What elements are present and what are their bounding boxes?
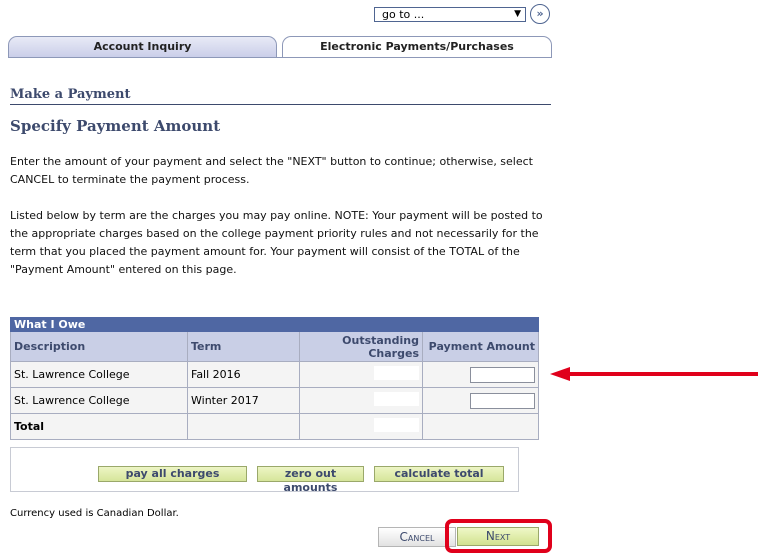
pay-all-charges-button[interactable]: pay all charges [98,466,247,482]
total-label: Total [10,413,188,440]
cell-description: St. Lawrence College [10,361,188,388]
column-header-outstanding: Outstanding Charges [299,331,423,362]
payment-amount-input-fall-2016[interactable] [470,366,535,383]
currency-note: Currency used is Canadian Dollar. [10,508,179,519]
payment-amount-input-winter-2017[interactable] [470,392,535,409]
calculate-total-button[interactable]: calculate total [374,466,504,482]
cell-outstanding [299,387,423,414]
cell-outstanding [299,361,423,388]
table-row: St. Lawrence College Fall 2016 [10,361,539,388]
column-header-payment: Payment Amount [422,331,539,362]
charges-table: What I Owe Description Term Outstanding … [10,317,539,440]
tab-account-inquiry[interactable]: Account Inquiry [8,36,277,58]
cell-term: Winter 2017 [187,387,300,414]
next-button[interactable]: Next [457,527,539,546]
column-header-term: Term [187,331,300,362]
tab-electronic-payments[interactable]: Electronic Payments/Purchases [282,36,552,58]
cell-term [187,413,300,440]
table-caption: What I Owe [10,317,539,332]
tab-divider [8,57,552,58]
zero-out-amounts-button[interactable]: zero out amounts [257,466,364,494]
instructions-text: Enter the amount of your payment and sel… [10,155,533,186]
note-text: Listed below by term are the charges you… [10,209,543,276]
goto-select[interactable]: go to ... ▼ [374,7,526,22]
cell-payment [422,361,539,388]
cell-payment [422,387,539,414]
total-outstanding [299,413,423,440]
column-header-description: Description [10,331,188,362]
cell-term: Fall 2016 [187,361,300,388]
total-payment [422,413,539,440]
section-rule [10,104,551,105]
table-row: St. Lawrence College Winter 2017 [10,387,539,414]
goto-button[interactable]: » [530,4,550,24]
red-arrow-icon [550,367,758,381]
goto-select-value: go to ... [382,8,425,21]
dropdown-arrow-icon: ▼ [514,9,521,19]
total-row: Total [10,413,539,440]
section-title: Make a Payment [10,87,131,102]
cell-description: St. Lawrence College [10,387,188,414]
page-title: Specify Payment Amount [10,117,221,135]
